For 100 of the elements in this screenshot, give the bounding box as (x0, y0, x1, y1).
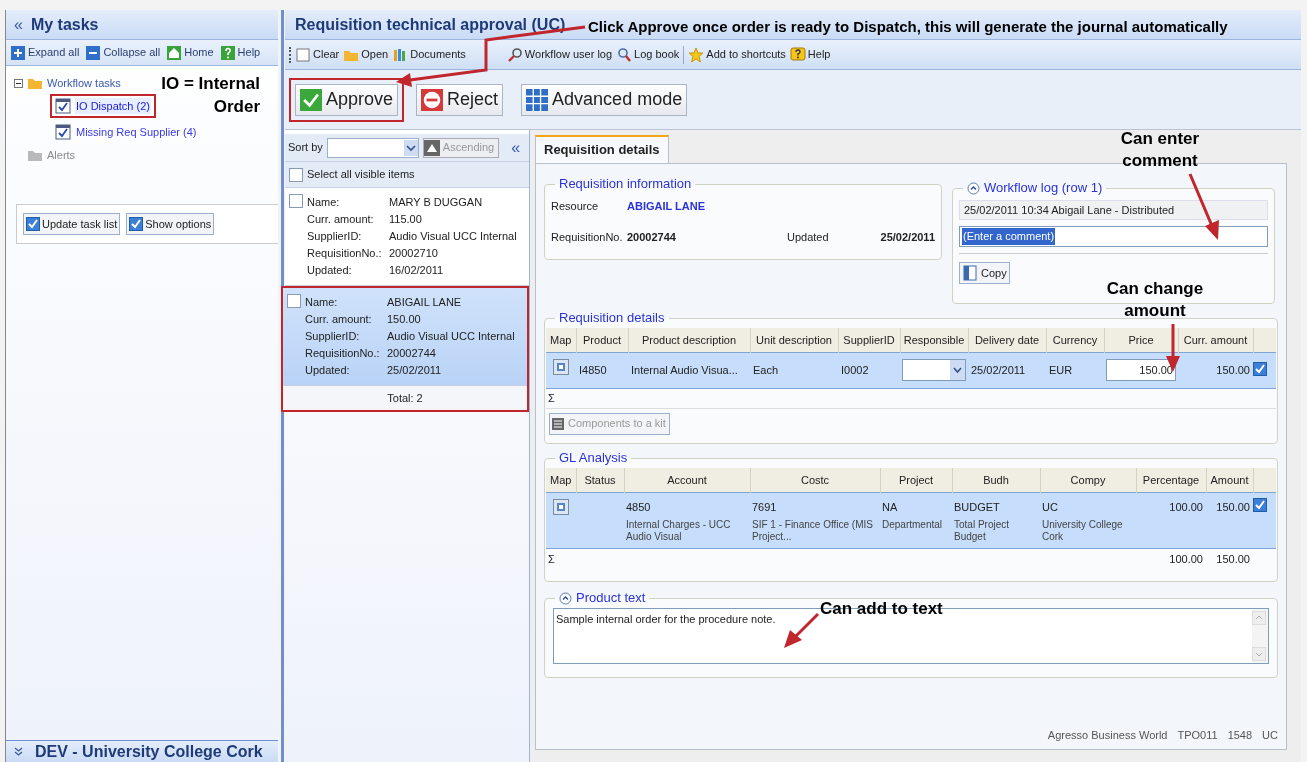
column-header[interactable]: Product (583, 333, 621, 346)
column-header[interactable]: Currency (1052, 333, 1098, 346)
column-header[interactable]: Budh (983, 473, 1009, 486)
toolbar-button[interactable]: Expand all (10, 44, 80, 61)
field-label: RequisitionNo.: (305, 346, 381, 361)
table-cell: 25/02/2011 (971, 363, 1026, 376)
field-label: SupplierID: (305, 329, 361, 344)
tree-item[interactable]: IO Dispatch (2) (75, 97, 151, 115)
checkbox[interactable] (26, 217, 40, 231)
column-header[interactable]: Price (1128, 333, 1154, 346)
field-value: 20002710 (389, 246, 439, 261)
column-header[interactable]: Delivery date (974, 333, 1040, 346)
column-header[interactable]: Amount (1210, 473, 1249, 486)
magnifier-icon (506, 46, 523, 63)
field-label: RequisitionNo. (551, 229, 624, 245)
column-header[interactable]: Product description (641, 333, 737, 346)
tab[interactable]: Requisition details (535, 135, 669, 163)
scrollbar[interactable] (1252, 609, 1268, 663)
collapse-icon[interactable] (559, 591, 572, 605)
column-header[interactable]: Costc (800, 473, 830, 486)
resource-link[interactable]: ABIGAIL LANE (627, 198, 935, 215)
toolbar-button[interactable]: Workflow user log (506, 46, 613, 63)
scroll-up-icon[interactable] (1252, 611, 1266, 625)
column-header[interactable]: Account (667, 473, 707, 486)
checklist-icon (55, 124, 71, 140)
action-button[interactable]: Advanced mode (521, 83, 688, 116)
checkbox[interactable] (289, 194, 303, 208)
map-icon (556, 501, 566, 512)
column-header[interactable]: Responsible (903, 333, 965, 346)
cell-subtext: Total Project Budget (954, 518, 1011, 543)
toolbar-button[interactable]: Documents (392, 46, 466, 63)
column-header[interactable]: Unit description (756, 333, 832, 346)
toolbar-button[interactable]: Log book (616, 46, 680, 63)
table-row[interactable]: 4850 Internal Charges - UCC Audio Visual 7691 SIF 1 - Finance Office (MIS Project... NA Departmental BUDGET Total Project Budget UC University College Cork 100.00 150.00 (546, 492, 1276, 548)
field-label: Updated (787, 229, 830, 245)
task-card[interactable]: Name: ABIGAIL LANE Curr. amount: 150.00 SupplierID: Audio Visual UCC Internal RequisitionNo.: 20002744 Updated: 25/02/2011 (283, 288, 527, 386)
price-field[interactable]: 150.00 (1106, 359, 1176, 381)
collapse-button[interactable]: « (14, 12, 23, 37)
checkbox[interactable] (1253, 361, 1267, 376)
action-button[interactable]: Reject (416, 83, 504, 116)
toolbar-button[interactable]: Collapse all (85, 44, 161, 61)
double-chevron-icon[interactable] (14, 746, 23, 757)
field-value: 20002744 (387, 346, 437, 361)
column-header[interactable]: Status (584, 473, 616, 486)
checkbox[interactable] (287, 294, 301, 308)
field-label: Name: (305, 295, 339, 310)
arrow (784, 612, 820, 648)
action-button[interactable]: Approve (295, 83, 399, 116)
column-header[interactable]: Curr. amount (1183, 333, 1248, 346)
sum-symbol: Σ (547, 391, 555, 404)
column-header[interactable]: Project (898, 473, 934, 486)
column-header[interactable]: SupplierID (843, 333, 895, 346)
panel-title: DEV - University College Cork (35, 742, 263, 761)
cell-value: 4850 (626, 499, 652, 515)
comment-field[interactable]: (Enter a comment) (959, 226, 1268, 247)
checkbox[interactable] (129, 217, 144, 231)
callout-text: IO = Internal Order (160, 73, 260, 118)
option-button[interactable]: Show options (126, 213, 215, 235)
collapse-icon[interactable] (14, 78, 23, 88)
toolbar-button[interactable]: Clear (295, 46, 340, 63)
table-row[interactable]: I4850 Internal Audio Visua... Each I0002 25/02/2011 EUR 150.00 150.00 (546, 352, 1276, 388)
map-button[interactable] (553, 358, 569, 375)
tree-item[interactable]: Alerts (47, 146, 76, 164)
collapse-button[interactable]: « (511, 135, 521, 160)
toolbar-button[interactable]: Open (343, 46, 389, 63)
field-label: RequisitionNo.: (307, 246, 383, 261)
status-text: 1548 (1227, 727, 1253, 743)
tree-item[interactable]: Workflow tasks (47, 74, 121, 92)
map-button[interactable] (553, 498, 569, 515)
table-cell: I0002 (841, 363, 869, 376)
log-entry: 25/02/2011 10:34 Abigail Lane - Distributed (959, 200, 1268, 220)
checkbox[interactable] (289, 167, 303, 182)
field-value: Audio Visual UCC Internal (389, 229, 517, 244)
toolbar-button[interactable]: Help (789, 46, 831, 63)
column-header[interactable]: Map (550, 473, 572, 486)
cell-subtext: University College Cork (1042, 518, 1124, 543)
field-value: 150.00 (387, 312, 422, 327)
column-header[interactable]: Percentage (1142, 473, 1200, 486)
copy-button[interactable]: Copy (959, 262, 1010, 284)
option-button[interactable]: Update task list (23, 213, 121, 235)
sort-label: Sort by (288, 140, 323, 156)
scroll-down-icon[interactable] (1252, 647, 1266, 661)
cell-value: UC (1042, 499, 1059, 515)
callout-text: Can change amount (1105, 278, 1205, 322)
responsible-dropdown[interactable] (902, 359, 966, 381)
column-header[interactable]: Compy (1070, 473, 1106, 486)
toolbar-button[interactable]: Add to shortcuts (688, 46, 786, 63)
field-label: Curr. amount: (307, 212, 375, 227)
tree-item[interactable]: Missing Req Supplier (4) (75, 123, 198, 141)
checklist-icon (55, 98, 71, 114)
sort-dropdown[interactable] (326, 137, 419, 158)
toolbar-button[interactable]: Home (166, 44, 214, 61)
group-title: Requisition information (559, 176, 692, 192)
column-header[interactable]: Map (550, 333, 572, 346)
status-text: TPO011 (1177, 727, 1218, 743)
table-cell: 150.00 (1216, 363, 1250, 376)
checkbox[interactable] (1253, 497, 1267, 512)
help-icon (789, 46, 806, 63)
collapse-icon[interactable] (967, 181, 980, 195)
toolbar-button[interactable]: Help (219, 44, 261, 61)
